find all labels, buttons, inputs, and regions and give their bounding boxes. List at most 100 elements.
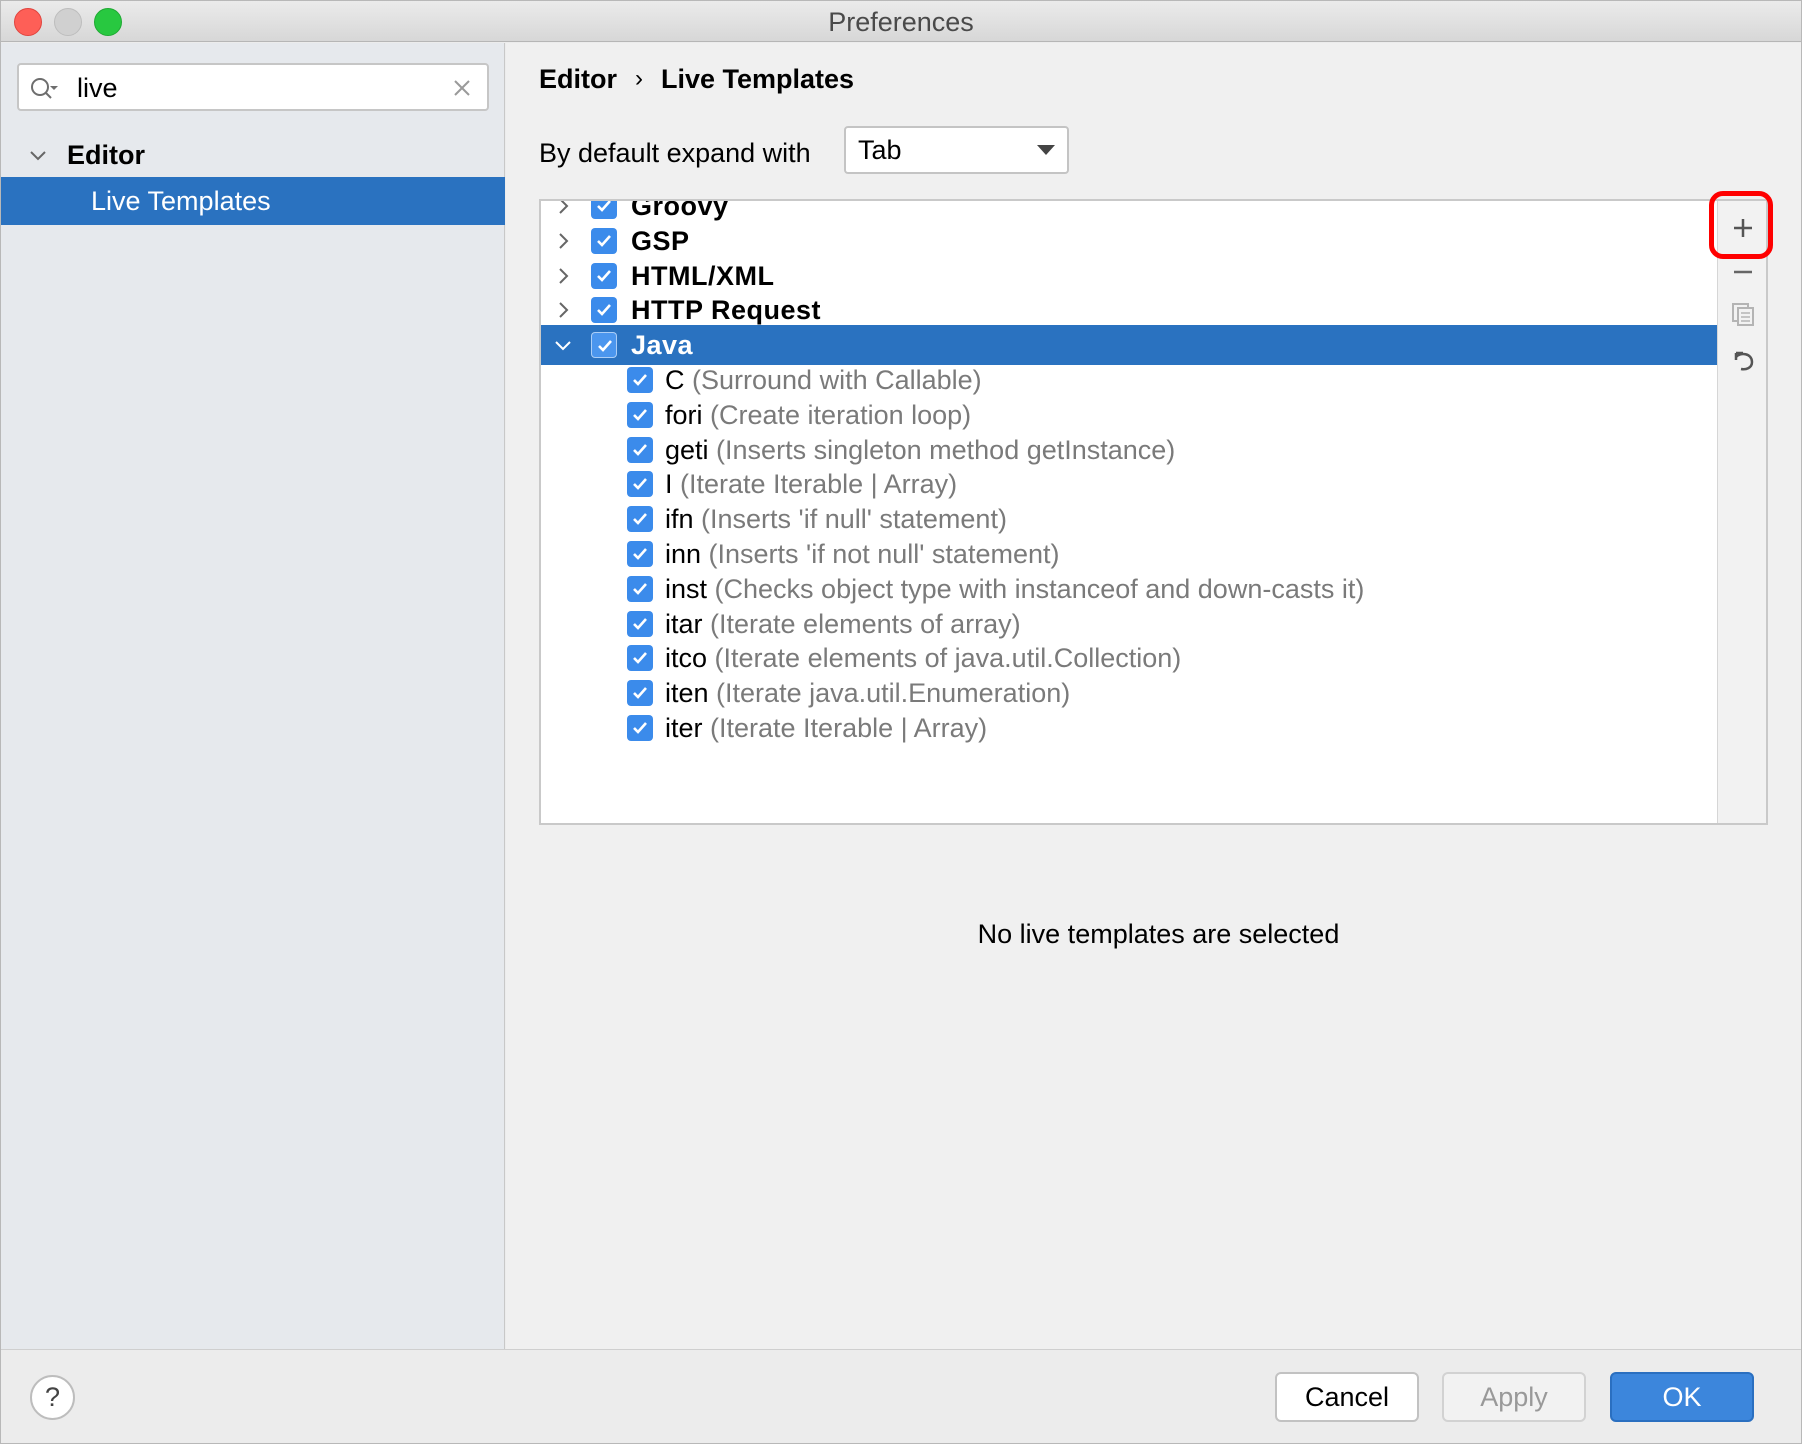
main-panel: Editor › Live Templates By default expan… [506, 43, 1801, 1349]
checkbox[interactable] [627, 436, 653, 463]
checkmark-icon [597, 201, 611, 212]
checkbox[interactable] [591, 297, 617, 324]
window-title: Preferences [828, 7, 974, 37]
template-description: (Inserts singleton method getInstance) [708, 434, 1176, 465]
checkbox[interactable] [627, 575, 653, 602]
help-button[interactable]: ? [30, 1375, 75, 1420]
tree-toolbar [1717, 201, 1766, 823]
template-group-name: GSP [631, 225, 690, 256]
checkbox[interactable] [627, 610, 653, 637]
checkbox[interactable] [591, 227, 617, 254]
chevron-down-icon[interactable] [27, 144, 49, 166]
templates-tree-panel: Groovy GSP HTML/XML HTTP Request Java C (Surr… [539, 199, 1768, 825]
checkbox[interactable] [627, 680, 653, 707]
template-label: iter (Iterate Iterable | Array) [665, 713, 987, 744]
sidebar-item-label: Editor [67, 139, 145, 170]
template-label: inst (Checks object type with instanceof… [665, 574, 1364, 605]
page-title: Live Templates [661, 63, 855, 94]
template-group-name: Groovy [631, 201, 729, 221]
template-description: (Iterate java.util.Enumeration) [708, 678, 1071, 709]
add-button-highlight [1709, 191, 1773, 259]
template-description: (Iterate elements of array) [702, 608, 1021, 639]
checkmark-icon [597, 269, 611, 282]
expand-with-value: Tab [858, 135, 902, 165]
template-row[interactable]: iter (Iterate Iterable | Array) [541, 708, 1717, 748]
breadcrumb-parent: Editor [539, 63, 617, 94]
copy-icon[interactable] [1728, 299, 1758, 329]
expand-with-dropdown[interactable]: Tab [844, 126, 1069, 174]
chevron-right-icon[interactable] [553, 266, 573, 286]
template-label: iten (Iterate java.util.Enumeration) [665, 678, 1070, 709]
checkmark-icon [633, 617, 647, 630]
template-label: fori (Create iteration loop) [665, 400, 971, 431]
template-abbreviation: I [665, 469, 673, 500]
dropdown-arrow-icon [1037, 145, 1055, 155]
checkbox[interactable] [627, 645, 653, 672]
breadcrumb-separator: › [635, 65, 643, 92]
search-icon[interactable] [29, 74, 59, 104]
checkbox[interactable] [627, 401, 653, 428]
search-input[interactable] [77, 71, 437, 105]
preferences-window: Preferences Editor Live Templates Editor [0, 0, 1802, 1444]
template-label: itco (Iterate elements of java.util.Coll… [665, 643, 1181, 674]
cancel-button[interactable]: Cancel [1275, 1372, 1419, 1422]
chevron-right-icon[interactable] [553, 201, 573, 216]
chevron-right-icon[interactable] [553, 300, 573, 320]
checkbox[interactable] [627, 506, 653, 533]
sidebar-item-live-templates[interactable]: Live Templates [1, 177, 505, 225]
checkmark-icon [633, 722, 647, 734]
checkmark-icon [633, 582, 647, 595]
checkmark-icon [633, 687, 647, 700]
template-abbreviation: itco [665, 643, 708, 674]
template-group-name: HTML/XML [631, 260, 775, 291]
settings-search-box[interactable] [17, 63, 489, 111]
checkbox[interactable] [591, 201, 617, 219]
checkbox[interactable] [627, 471, 653, 498]
template-description: (Checks object type with instanceof and … [707, 573, 1365, 604]
title-bar: Preferences [1, 1, 1801, 42]
ok-button[interactable]: OK [1610, 1372, 1754, 1422]
template-abbreviation: itar [665, 608, 703, 639]
checkmark-icon [633, 513, 647, 526]
checkmark-icon [633, 443, 647, 456]
checkbox[interactable] [627, 541, 653, 567]
template-label: I (Iterate Iterable | Array) [665, 469, 957, 500]
template-description: (Inserts 'if null' statement) [693, 504, 1007, 535]
template-description: (Iterate elements of java.util.Collectio… [707, 643, 1182, 674]
template-abbreviation: fori [665, 399, 703, 430]
template-group-name: HTTP Request [631, 295, 822, 326]
template-description: (Inserts 'if not null' statement) [701, 539, 1060, 569]
template-description: (Surround with Callable) [684, 365, 982, 395]
checkbox[interactable] [627, 367, 653, 393]
template-label: inn (Inserts 'if not null' statement) [665, 539, 1059, 570]
chevron-down-icon[interactable] [553, 335, 573, 355]
checkmark-icon [597, 234, 611, 247]
checkmark-icon [633, 408, 647, 421]
sidebar: Editor Live Templates [1, 43, 505, 1349]
checkmark-icon [633, 374, 647, 386]
checkmark-icon [598, 340, 612, 353]
checkbox[interactable] [591, 262, 617, 289]
template-label: ifn (Inserts 'if null' statement) [665, 504, 1007, 535]
template-abbreviation: inst [665, 573, 708, 604]
dialog-footer: ? Cancel Apply OK [1, 1349, 1801, 1443]
template-group-name: Java [631, 330, 694, 361]
checkbox[interactable] [627, 715, 653, 741]
remove-icon[interactable] [1728, 257, 1758, 287]
template-abbreviation: geti [665, 434, 709, 465]
template-label: C (Surround with Callable) [665, 365, 982, 396]
template-description: (Iterate Iterable | Array) [702, 713, 988, 743]
apply-button[interactable]: Apply [1442, 1372, 1586, 1422]
template-abbreviation: iten [665, 678, 709, 709]
restore-icon[interactable] [1728, 345, 1758, 375]
checkmark-icon [597, 304, 611, 317]
chevron-right-icon[interactable] [553, 231, 573, 251]
template-abbreviation: inn [665, 539, 702, 569]
template-abbreviation: ifn [665, 504, 694, 535]
clear-search-icon[interactable] [451, 77, 473, 99]
breadcrumb: Editor › Live Templates [539, 59, 854, 99]
checkbox[interactable] [591, 332, 617, 359]
checkmark-icon [633, 548, 647, 560]
sidebar-item-editor[interactable]: Editor [27, 135, 145, 175]
expand-with-label: By default expand with [539, 138, 811, 168]
